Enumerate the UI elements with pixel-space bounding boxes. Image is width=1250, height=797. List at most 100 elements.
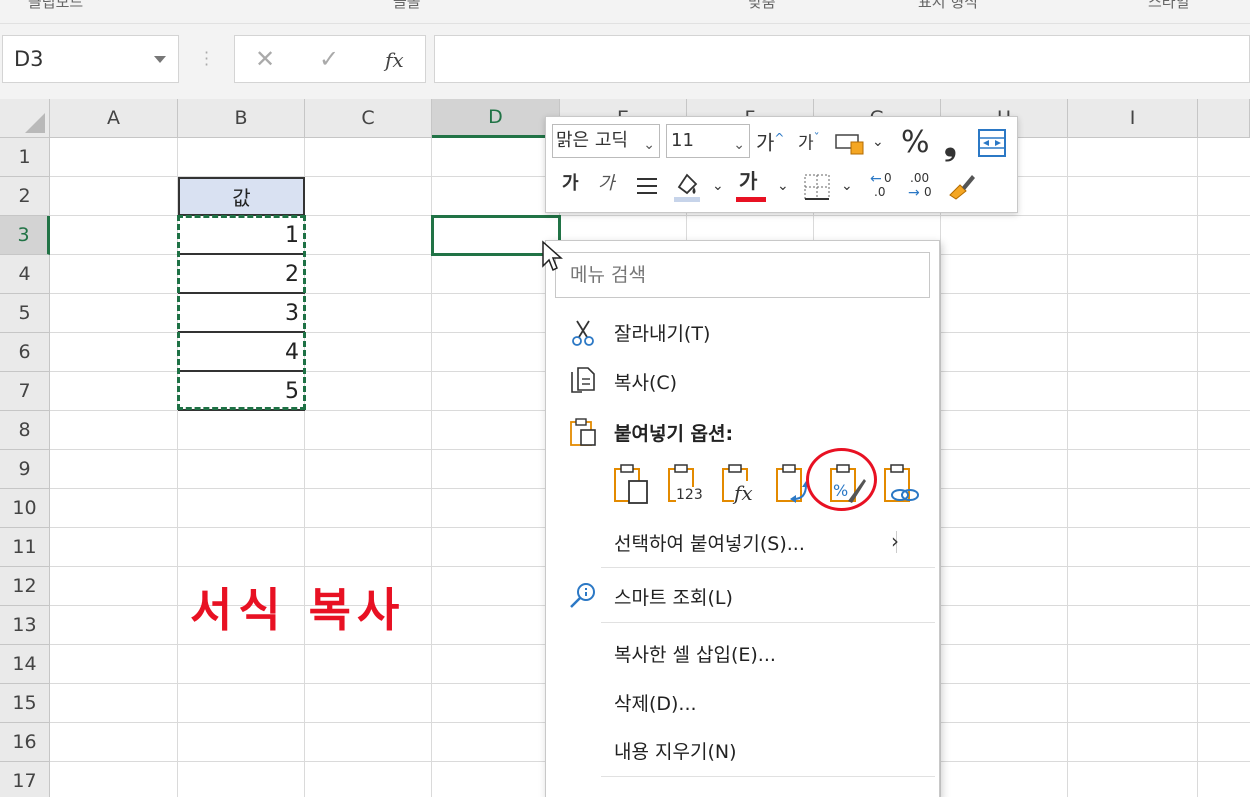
row-header-14[interactable]: 14: [0, 645, 50, 684]
chevron-down-icon[interactable]: ⌄: [777, 179, 789, 193]
row-header-16[interactable]: 16: [0, 723, 50, 762]
row-header-12[interactable]: 12: [0, 567, 50, 606]
gridline: [1197, 138, 1198, 797]
row-header-3[interactable]: 3: [0, 216, 50, 255]
decrease-decimal-icon[interactable]: .00 → 0: [906, 171, 938, 203]
format-painter-icon[interactable]: [946, 171, 978, 201]
bold-icon[interactable]: 가: [562, 175, 579, 193]
row-header-9[interactable]: 9: [0, 450, 50, 489]
font-name-dropdown[interactable]: 맑은 고딕 ⌄: [552, 124, 660, 158]
row-header-7[interactable]: 7: [0, 372, 50, 411]
formula-buttons: ✕ ✓ fx: [234, 35, 426, 83]
context-menu: 메뉴 검색 잘라내기(T) 복사(C) 붙여넣기 옵션: 123 fx % 선택…: [545, 240, 940, 797]
shrink-font-icon[interactable]: 가ˇ: [798, 132, 820, 153]
chevron-down-icon[interactable]: ⌄: [841, 179, 853, 193]
highlight-circle: [806, 448, 877, 511]
shrink-font-letter: 가: [798, 133, 814, 154]
menu-item-label: 삭제(D)...: [614, 693, 697, 715]
column-header-j[interactable]: [1198, 99, 1250, 138]
merge-center-icon[interactable]: [978, 129, 1006, 157]
grow-font-letter: 가: [756, 130, 775, 155]
menu-item-paste-special[interactable]: 선택하여 붙여넣기(S)... ›: [546, 521, 939, 561]
cancel-icon[interactable]: ✕: [255, 45, 275, 73]
row-header-6[interactable]: 6: [0, 333, 50, 372]
ribbon-label-alignment: 맞춤: [748, 0, 776, 11]
column-header-d[interactable]: D: [432, 99, 560, 138]
row-header-5[interactable]: 5: [0, 294, 50, 333]
format-cells-icon[interactable]: [835, 131, 867, 157]
increase-decimal-zero: 0: [884, 171, 892, 185]
align-icon[interactable]: [635, 175, 659, 197]
menu-item-label: 복사(C): [614, 372, 678, 394]
menu-item-label: 잘라내기(T): [614, 323, 711, 345]
insert-function-icon[interactable]: fx: [385, 48, 404, 72]
row-header-17[interactable]: 17: [0, 762, 50, 797]
column-header-b[interactable]: B: [178, 99, 305, 138]
chevron-right-icon: ›: [891, 529, 899, 553]
font-color-icon[interactable]: 가: [739, 171, 757, 191]
grow-font-icon[interactable]: 가^: [756, 132, 784, 153]
menu-separator: [601, 622, 935, 623]
menu-search-input[interactable]: 메뉴 검색: [555, 252, 930, 298]
row-header-1[interactable]: 1: [0, 138, 50, 177]
fill-color-icon[interactable]: [672, 169, 702, 203]
menu-item-label: 내용 지우기(N): [614, 741, 737, 763]
chevron-down-icon[interactable]: [154, 56, 166, 63]
select-all-button[interactable]: [0, 99, 50, 138]
increase-decimal-label: .0: [874, 185, 886, 199]
menu-item-paste-options: 붙여넣기 옵션:: [546, 411, 939, 451]
row-header-13[interactable]: 13: [0, 606, 50, 645]
paste-values-icon[interactable]: 123: [666, 463, 706, 505]
formula-input[interactable]: [434, 35, 1250, 83]
chevron-down-icon[interactable]: ⌄: [872, 135, 884, 149]
name-box[interactable]: D3: [2, 35, 179, 83]
menu-item-label: 복사한 셀 삽입(E)...: [614, 644, 776, 666]
menu-item-smart-lookup[interactable]: 스마트 조회(L): [546, 575, 939, 615]
row-header-10[interactable]: 10: [0, 489, 50, 528]
menu-item-clear-contents[interactable]: 내용 지우기(N): [546, 729, 939, 769]
column-header-i[interactable]: I: [1068, 99, 1198, 138]
menu-item-label: 붙여넣기 옵션:: [614, 423, 734, 445]
ribbon-label-clipboard: 클립보드: [28, 0, 84, 11]
row-header-2[interactable]: 2: [0, 177, 50, 216]
formula-bar: D3 · · · ✕ ✓ fx: [0, 24, 1250, 99]
paste-formulas-label: fx: [734, 481, 753, 505]
percent-icon[interactable]: %: [901, 128, 930, 158]
comma-style-icon[interactable]: ❟: [944, 127, 957, 159]
menu-item-copy[interactable]: 복사(C): [546, 360, 939, 400]
font-size-dropdown[interactable]: 11 ⌄: [666, 124, 750, 158]
paste-icon[interactable]: [612, 463, 652, 505]
mini-toolbar: 맑은 고딕 ⌄ 11 ⌄ 가^ 가ˇ ⌄ % ❟ 가 가 ⌄ 가 ⌄ ⌄ ← 0…: [545, 116, 1018, 213]
paste-link-icon[interactable]: [882, 463, 922, 505]
chevron-down-icon[interactable]: ⌄: [641, 129, 655, 157]
chevron-down-icon[interactable]: ⌄: [733, 129, 745, 161]
row-header-4[interactable]: 4: [0, 255, 50, 294]
gridline: [1067, 138, 1068, 797]
column-header-a[interactable]: A: [50, 99, 178, 138]
column-header-c[interactable]: C: [305, 99, 432, 138]
menu-separator: [601, 567, 935, 568]
paste-values-label: 123: [676, 487, 703, 503]
menu-item-cut[interactable]: 잘라내기(T): [546, 311, 939, 351]
ribbon-label-number: 표시 형식: [918, 0, 978, 11]
enter-icon[interactable]: ✓: [319, 45, 339, 73]
increase-decimal-icon[interactable]: ← 0 .0: [868, 171, 900, 203]
menu-item-insert-copied-cells[interactable]: 복사한 셀 삽입(E)...: [546, 632, 939, 672]
italic-icon[interactable]: 가: [598, 175, 615, 193]
row-header-8[interactable]: 8: [0, 411, 50, 450]
gridline: [940, 138, 941, 797]
menu-item-delete[interactable]: 삭제(D)...: [546, 681, 939, 721]
name-box-value: D3: [14, 47, 44, 71]
paste-formulas-icon[interactable]: fx: [720, 463, 760, 505]
cell-b2-header[interactable]: 값: [178, 177, 305, 216]
copy-marquee: [177, 215, 306, 410]
scissors-icon: [572, 320, 594, 346]
row-header-15[interactable]: 15: [0, 684, 50, 723]
chevron-down-icon[interactable]: ⌄: [712, 179, 724, 193]
mouse-cursor-icon: [542, 240, 563, 272]
borders-icon[interactable]: [803, 173, 831, 201]
row-header-11[interactable]: 11: [0, 528, 50, 567]
ribbon-group-labels: 클립보드 글꼴 맞춤 표시 형식 스타일: [0, 0, 1250, 24]
menu-item-label: 스마트 조회(L): [614, 587, 733, 609]
decrease-decimal-label: .00: [910, 171, 930, 185]
